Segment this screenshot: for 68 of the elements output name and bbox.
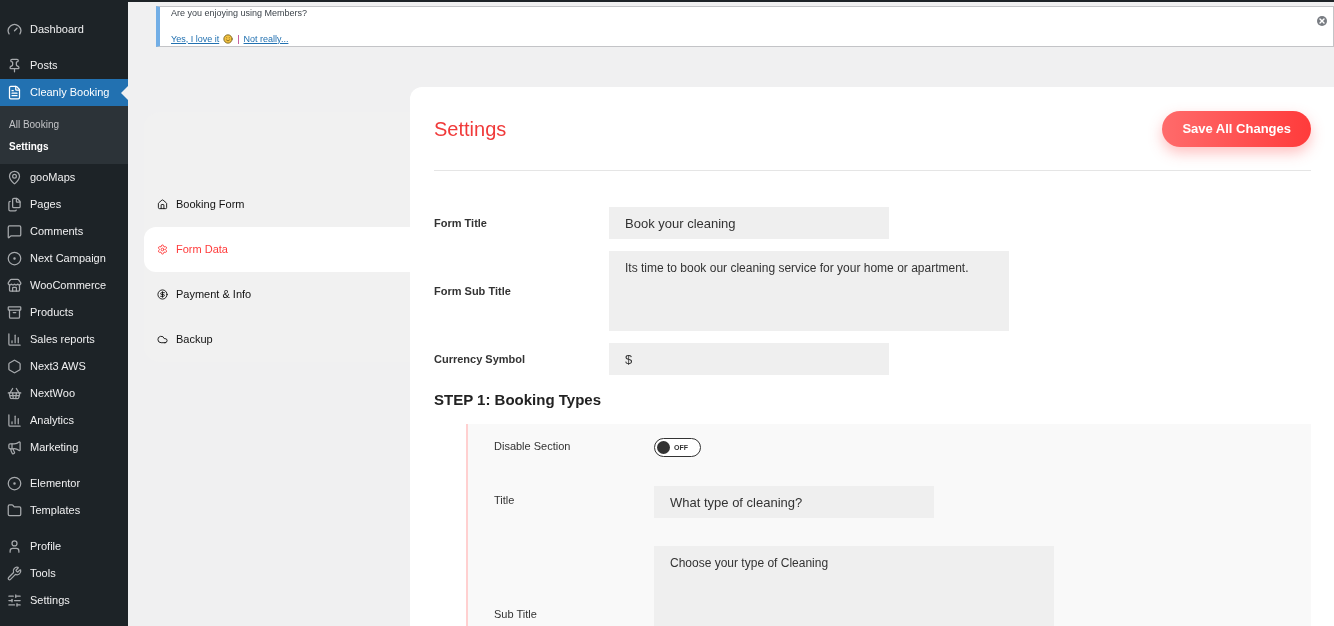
settings-tab[interactable]: Payment & Info [144,272,410,317]
field-label: Title [494,492,516,508]
menu-icon [7,566,22,581]
sidebar-item[interactable]: Sales reports [0,326,128,353]
submenu-item[interactable]: Settings [0,135,128,157]
sidebar-item[interactable]: Cleanly Booking [0,79,128,106]
menu-icon [7,413,22,428]
menu-icon [7,224,22,239]
menu-icon [7,359,22,374]
settings-tab[interactable]: Booking Form [144,182,410,227]
settings-tab[interactable]: Backup [144,317,410,362]
sidebar-item[interactable]: Profile [0,533,128,560]
field-label: Sub Title [494,606,538,622]
menu-icon [7,593,22,608]
field-label: Disable Section [494,438,572,454]
close-icon[interactable] [1317,16,1327,26]
sidebar-item[interactable]: Analytics [0,407,128,434]
sidebar-item[interactable]: NextWoo [0,380,128,407]
page-title: Settings [434,116,507,142]
menu-icon [7,503,22,518]
smile-icon [223,34,234,45]
menu-icon [7,305,22,320]
sidebar-item[interactable]: Posts [0,52,128,79]
menu-icon [7,278,22,293]
field-label: Form Sub Title [434,283,512,299]
menu-icon [7,386,22,401]
pointer-icon [121,85,128,100]
field-label: Form Title [434,215,488,231]
menu-icon [7,22,22,37]
menu-icon [7,440,22,455]
no-link[interactable]: Not really... [243,32,289,46]
tab-icon [157,244,168,255]
menu-icon [7,197,22,212]
sidebar-item[interactable]: Settings [0,587,128,614]
settings-tab[interactable]: Form Data [144,227,410,272]
notice-question: Are you enjoying using Members? [171,7,309,20]
yes-link[interactable]: Yes, I love it [171,32,220,46]
text-area[interactable]: Its time to book our cleaning service for your home or apartment. [609,251,1009,331]
menu-icon [7,476,22,491]
menu-icon [7,332,22,347]
sidebar-item[interactable]: Next3 AWS [0,353,128,380]
link-separator: | [237,32,240,46]
menu-icon [7,539,22,554]
sidebar-item[interactable]: Next Campaign [0,245,128,272]
text-field[interactable]: What type of cleaning? [654,486,934,518]
menu-icon [7,170,22,185]
tab-icon [157,289,168,300]
menu-icon [7,251,22,266]
field-label: Currency Symbol [434,351,527,367]
text-field[interactable]: $ [609,343,889,375]
tab-icon [157,334,168,345]
sidebar-item[interactable]: Comments [0,218,128,245]
sidebar-item[interactable]: gooMaps [0,164,128,191]
sidebar-item[interactable]: Dashboard [0,16,128,43]
sidebar-item[interactable]: Templates [0,497,128,524]
tab-icon [157,199,168,210]
sidebar-item[interactable]: Products [0,299,128,326]
submenu-item[interactable]: All Booking [0,113,128,135]
step-heading: STEP 1: Booking Types [434,390,602,410]
sidebar-item[interactable]: Elementor [0,470,128,497]
menu-icon [7,85,22,100]
sidebar-item[interactable]: WooCommerce [0,272,128,299]
text-field[interactable]: Book your cleaning [609,207,889,239]
sidebar-item[interactable]: Tools [0,560,128,587]
sidebar-item[interactable]: Marketing [0,434,128,461]
text-area[interactable]: Choose your type of Cleaning [654,546,1054,626]
menu-icon [7,58,22,73]
sidebar-item[interactable]: Pages [0,191,128,218]
